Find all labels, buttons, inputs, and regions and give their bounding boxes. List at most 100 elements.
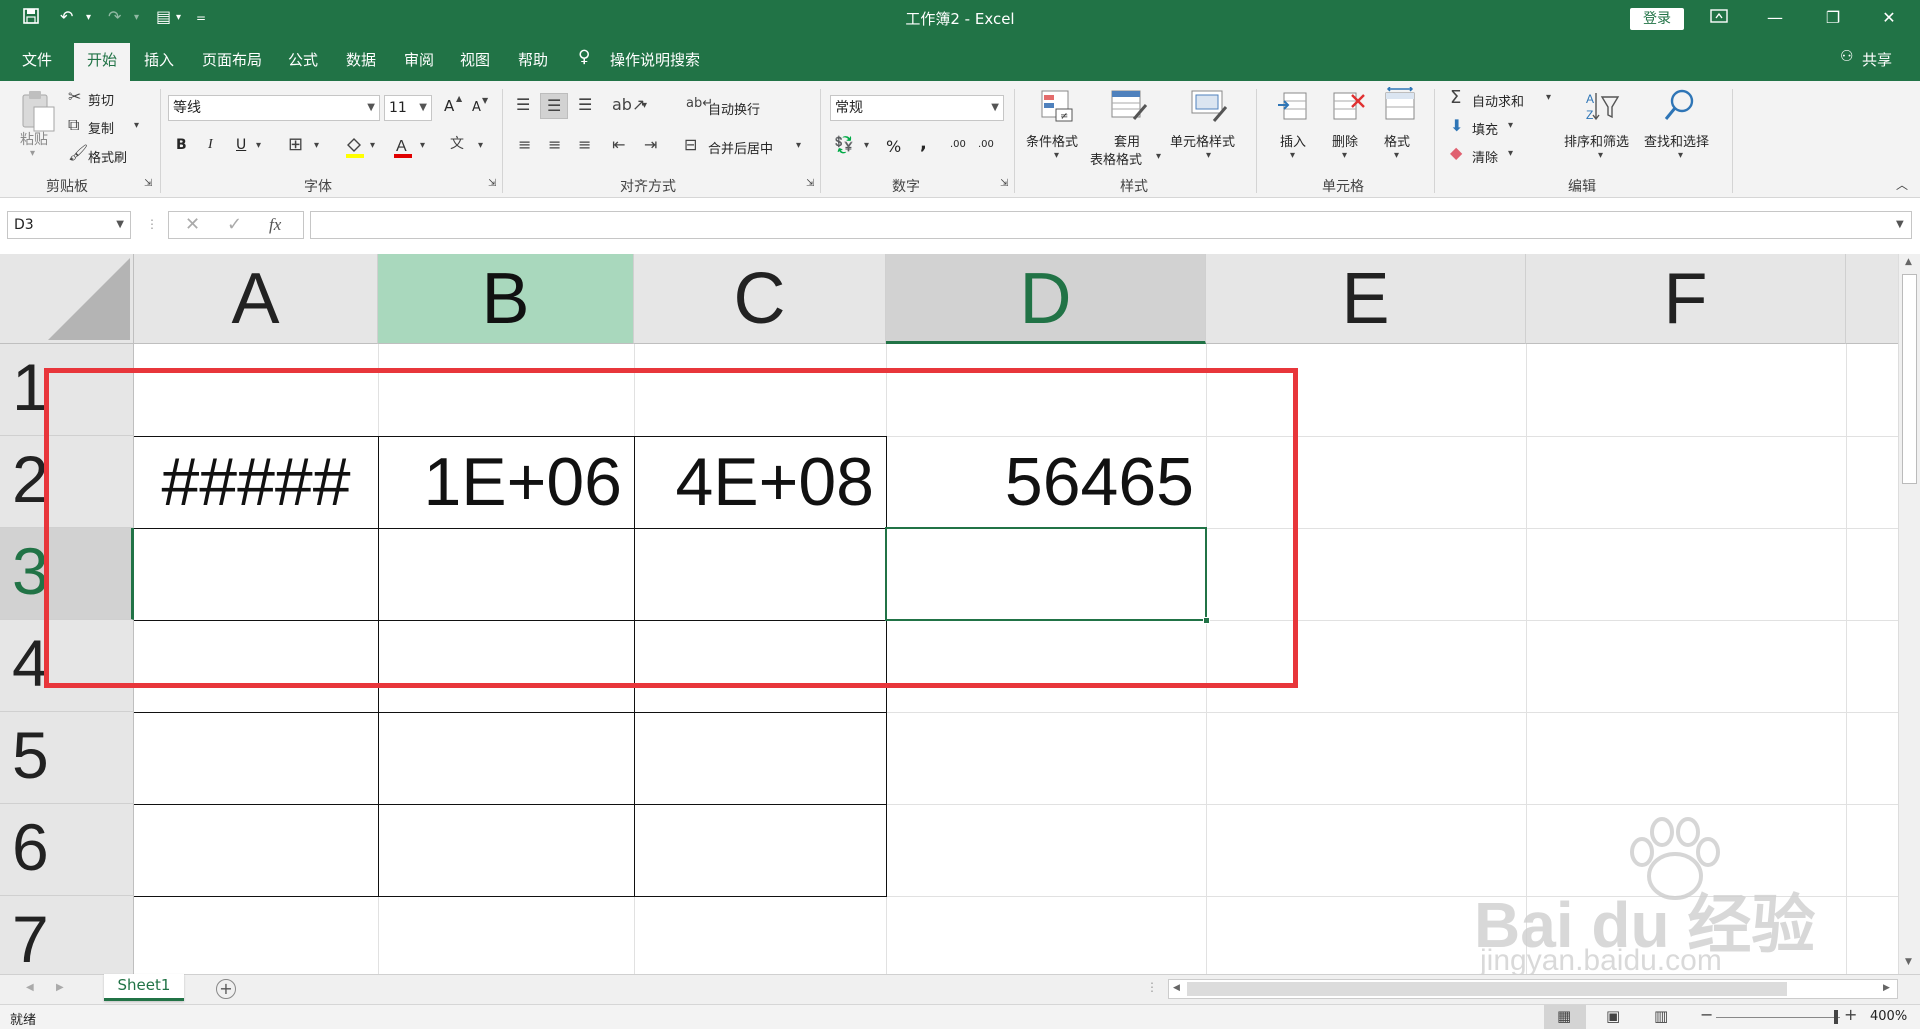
- tell-me-search[interactable]: 操作说明搜索: [610, 49, 700, 70]
- decrease-decimal-button[interactable]: .00: [978, 139, 994, 150]
- align-center-icon[interactable]: ≡: [548, 137, 561, 153]
- paste-button[interactable]: 粘贴: [20, 129, 48, 149]
- cell-styles-dropdown-icon[interactable]: ▾: [1206, 151, 1211, 161]
- tab-page-layout[interactable]: 页面布局: [202, 49, 262, 70]
- format-as-table-line1[interactable]: 套用: [1114, 131, 1140, 150]
- tab-view[interactable]: 视图: [460, 49, 490, 70]
- autosum-button[interactable]: 自动求和: [1472, 91, 1524, 110]
- zoom-out-icon[interactable]: −: [1700, 1007, 1713, 1023]
- tab-formulas[interactable]: 公式: [288, 49, 318, 70]
- conditional-format-button[interactable]: 条件格式: [1026, 131, 1078, 150]
- wrap-text-button[interactable]: 自动换行: [708, 99, 760, 118]
- italic-button[interactable]: I: [208, 137, 213, 153]
- tab-insert[interactable]: 插入: [144, 49, 174, 70]
- close-icon[interactable]: ✕: [1866, 4, 1912, 32]
- page-break-view-icon[interactable]: ▥: [1654, 1009, 1668, 1024]
- column-header-d[interactable]: D: [886, 254, 1206, 344]
- scroll-up-icon[interactable]: ▲: [1905, 258, 1912, 267]
- insert-dropdown-icon[interactable]: ▾: [1290, 151, 1295, 161]
- zoom-in-icon[interactable]: +: [1844, 1007, 1857, 1023]
- find-select-button[interactable]: 查找和选择: [1644, 131, 1709, 150]
- prev-sheet-icon[interactable]: ◀: [26, 983, 34, 993]
- phonetic-guide-icon[interactable]: 文: [450, 137, 464, 151]
- decrease-font-button[interactable]: A: [472, 100, 481, 115]
- tab-home[interactable]: 开始: [74, 43, 130, 81]
- clear-button[interactable]: 清除: [1472, 147, 1498, 166]
- orientation-dropdown-icon[interactable]: ▾: [642, 101, 647, 111]
- row-header-7[interactable]: 7: [0, 896, 134, 974]
- cell-styles-button[interactable]: 单元格样式: [1170, 131, 1235, 150]
- autosum-dropdown-icon[interactable]: ▾: [1546, 93, 1551, 103]
- vertical-scrollbar[interactable]: ▲ ▼: [1898, 254, 1920, 974]
- merge-dropdown-icon[interactable]: ▾: [796, 141, 801, 151]
- accounting-dropdown-icon[interactable]: ▾: [864, 141, 869, 151]
- increase-indent-icon[interactable]: ⇥: [644, 137, 657, 153]
- row-header-5[interactable]: 5: [0, 712, 134, 804]
- bold-button[interactable]: B: [176, 137, 187, 153]
- ribbon-display-options-icon[interactable]: [1696, 4, 1742, 32]
- underline-dropdown-icon[interactable]: ▾: [256, 141, 261, 151]
- format-as-table-dropdown-icon[interactable]: ▾: [1156, 152, 1161, 162]
- conditional-dropdown-icon[interactable]: ▾: [1054, 151, 1059, 161]
- font-color-icon[interactable]: A: [392, 135, 414, 159]
- zoom-slider[interactable]: [1716, 1017, 1840, 1018]
- sort-filter-button[interactable]: 排序和筛选: [1564, 131, 1629, 150]
- paste-dropdown-icon[interactable]: ▾: [30, 149, 35, 159]
- tab-review[interactable]: 审阅: [404, 49, 434, 70]
- align-top-icon[interactable]: ☰: [516, 97, 530, 113]
- column-header-f[interactable]: F: [1526, 254, 1846, 344]
- sheet-tab-sheet1[interactable]: Sheet1: [104, 974, 184, 1001]
- copy-dropdown-icon[interactable]: ▾: [134, 121, 139, 131]
- fill-color-icon[interactable]: [344, 135, 366, 159]
- page-layout-view-icon[interactable]: ▣: [1606, 1009, 1620, 1024]
- fill-button[interactable]: 填充: [1472, 119, 1498, 138]
- increase-font-button[interactable]: A: [444, 97, 454, 115]
- format-cells-button[interactable]: 格式: [1384, 131, 1410, 150]
- tab-split-icon[interactable]: ⋮: [1146, 981, 1158, 993]
- column-header-e[interactable]: E: [1206, 254, 1526, 344]
- clipboard-launcher-icon[interactable]: ⇲: [144, 179, 152, 189]
- login-button[interactable]: 登录: [1630, 8, 1684, 30]
- align-left-icon[interactable]: ≡: [518, 137, 531, 153]
- format-dropdown-icon[interactable]: ▾: [1394, 151, 1399, 161]
- column-header-a[interactable]: A: [134, 254, 378, 344]
- column-header-c[interactable]: C: [634, 254, 886, 344]
- number-format-select[interactable]: 常规 ▼: [830, 95, 1004, 121]
- formula-input[interactable]: [310, 211, 1912, 239]
- fill-color-dropdown-icon[interactable]: ▾: [370, 141, 375, 151]
- align-right-icon[interactable]: ≡: [578, 137, 591, 153]
- underline-button[interactable]: U: [236, 137, 246, 153]
- select-all-button[interactable]: [0, 254, 134, 344]
- align-middle-button[interactable]: ☰: [540, 93, 568, 119]
- orientation-icon[interactable]: ab↗: [612, 97, 645, 113]
- increase-decimal-button[interactable]: .00: [950, 139, 966, 150]
- scroll-right-icon[interactable]: ▶: [1883, 984, 1890, 993]
- font-size-select[interactable]: 11 ▼: [384, 95, 432, 121]
- number-launcher-icon[interactable]: ⇲: [1000, 179, 1008, 189]
- align-bottom-icon[interactable]: ☰: [578, 97, 592, 113]
- collapse-ribbon-icon[interactable]: ︿: [1896, 179, 1908, 191]
- phonetic-dropdown-icon[interactable]: ▾: [478, 141, 483, 151]
- tab-help[interactable]: 帮助: [518, 49, 548, 70]
- horizontal-scrollbar[interactable]: ◀ ▶: [1168, 979, 1898, 999]
- normal-view-button[interactable]: ▦: [1544, 1005, 1586, 1029]
- cancel-icon[interactable]: ✕: [185, 216, 200, 234]
- column-header-b[interactable]: B: [378, 254, 634, 344]
- format-painter-button[interactable]: 格式刷: [88, 147, 127, 166]
- vertical-scroll-thumb[interactable]: [1902, 274, 1917, 484]
- tab-file[interactable]: 文件: [22, 49, 52, 70]
- clear-dropdown-icon[interactable]: ▾: [1508, 149, 1513, 159]
- sort-dropdown-icon[interactable]: ▾: [1598, 151, 1603, 161]
- borders-icon[interactable]: ⊞: [288, 136, 303, 154]
- fill-dropdown-icon[interactable]: ▾: [1508, 121, 1513, 131]
- zoom-slider-thumb[interactable]: [1834, 1010, 1838, 1024]
- column-header-next[interactable]: [1846, 254, 1898, 344]
- expand-formula-icon[interactable]: ▼: [1896, 220, 1904, 230]
- insert-cells-button[interactable]: 插入: [1280, 131, 1306, 150]
- comma-button[interactable]: ,: [920, 133, 927, 154]
- font-color-dropdown-icon[interactable]: ▾: [420, 141, 425, 151]
- name-box[interactable]: D3 ▼: [7, 211, 131, 239]
- format-as-table-button[interactable]: 表格格式: [1090, 149, 1142, 168]
- scroll-down-icon[interactable]: ▼: [1905, 958, 1912, 967]
- font-name-select[interactable]: 等线 ▼: [168, 95, 380, 121]
